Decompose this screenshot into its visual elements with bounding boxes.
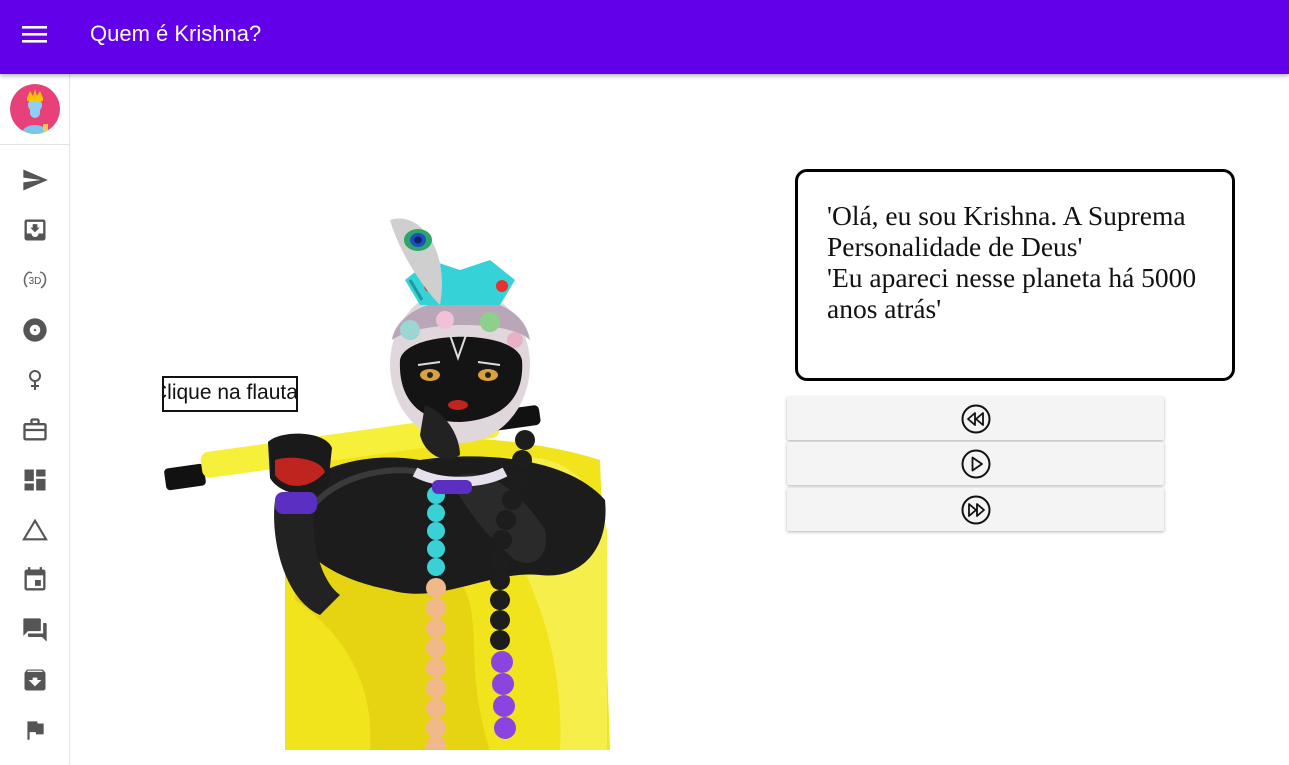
sidebar-item-forum[interactable] [0,610,69,650]
sidebar-item-event[interactable] [0,560,69,600]
sidebar-item-female[interactable] [0,360,69,400]
app-bar: Quem é Krishna? [0,0,1289,74]
send-icon [22,169,48,191]
fast-forward-button[interactable] [787,488,1164,531]
fast-rewind-icon [961,404,990,433]
dashboard-icon [24,469,45,491]
avatar-section [0,74,69,145]
speech-box: 'Olá, eu sou Krishna. A Suprema Personal… [795,169,1235,381]
sidebar: 3D [0,74,70,765]
sidebar-item-flag[interactable] [0,710,69,750]
female-icon [28,370,41,390]
krishna-avatar [10,84,60,134]
work-briefcase-icon [22,418,47,441]
sidebar-item-inbox[interactable] [0,210,69,250]
album-icon [22,318,47,342]
avatar[interactable] [10,84,60,134]
page-title: Quem é Krishna? [90,21,262,46]
sidebar-item-album[interactable] [0,310,69,350]
sidebar-item-dashboard[interactable] [0,460,69,500]
speech-line-1: 'Olá, eu sou Krishna. A Suprema Personal… [827,200,1186,262]
play-button[interactable] [787,442,1164,485]
move-to-inbox-icon [24,219,45,241]
forum-icon [22,618,47,642]
play-icon [961,449,990,478]
rewind-button[interactable] [787,397,1164,440]
krishna-3d-model [164,218,610,756]
event-calendar-icon [24,567,45,591]
sidebar-item-3d[interactable]: 3D [0,260,69,300]
sidebar-item-archive[interactable] [0,660,69,700]
hamburger-menu-icon [22,26,47,43]
svg-text:3D: 3D [28,276,41,287]
change-history-icon [21,518,48,541]
flag-icon [26,721,44,740]
archive-icon [24,669,45,691]
menu-button[interactable] [14,18,56,50]
speech-line-2: 'Eu apareci nesse planeta há 5000 anos a… [827,262,1197,324]
3d-rotation-icon: 3D [23,271,46,289]
flute-hint-label: Clique na flauta [162,376,298,412]
sidebar-item-work[interactable] [0,410,69,450]
krishna-figure [160,210,610,756]
sidebar-item-send[interactable] [0,160,69,200]
fast-forward-icon [961,495,990,524]
sidebar-item-history[interactable] [0,510,69,550]
